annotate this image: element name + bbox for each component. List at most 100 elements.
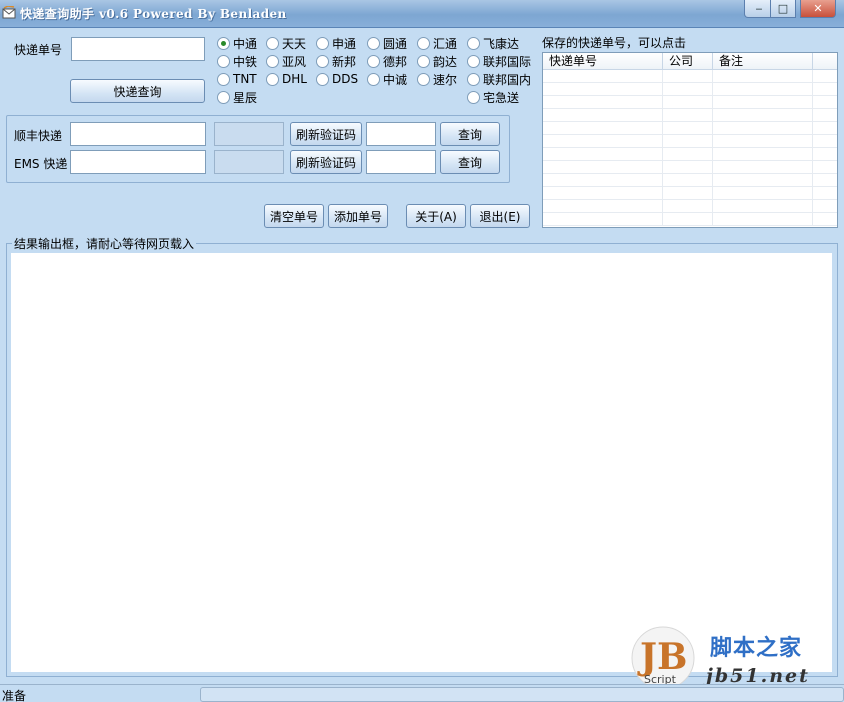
carrier-radio-label: 联邦国际	[483, 54, 532, 69]
sf-refresh-captcha-button[interactable]: 刷新验证码	[290, 122, 362, 146]
express-query-button[interactable]: 快递查询	[70, 79, 205, 103]
radio-dot-icon	[367, 36, 380, 50]
carrier-radio[interactable]: 中铁	[217, 53, 257, 69]
ems-captcha-input[interactable]	[366, 150, 436, 174]
table-cell	[543, 83, 663, 95]
ems-tracking-input[interactable]	[70, 150, 206, 174]
table-cell	[713, 122, 813, 134]
table-cell	[663, 109, 713, 121]
carrier-radio[interactable]: 联邦国际	[467, 53, 531, 69]
ems-query-button[interactable]: 查询	[440, 150, 500, 174]
radio-dot-icon	[467, 72, 480, 86]
table-row[interactable]	[543, 96, 837, 109]
carrier-radio[interactable]: 中通	[217, 35, 257, 51]
table-cell	[813, 200, 837, 212]
table-cell	[543, 213, 663, 225]
carrier-radio-label: 亚风	[282, 54, 307, 69]
sf-label: 顺丰快递	[14, 129, 63, 143]
radio-dot-icon	[316, 72, 329, 86]
maximize-button[interactable]: □	[770, 0, 796, 18]
table-cell	[543, 122, 663, 134]
status-bar: 准备	[0, 684, 844, 702]
table-row[interactable]	[543, 109, 837, 122]
carrier-radio[interactable]: 申通	[316, 35, 356, 51]
close-button[interactable]: ✕	[800, 0, 836, 18]
carrier-radio[interactable]: 星辰	[217, 89, 257, 105]
exit-button[interactable]: 退出(E)	[470, 204, 530, 228]
carrier-radio-label: DHL	[282, 72, 307, 86]
tracking-number-input[interactable]	[71, 37, 205, 61]
ems-label: EMS 快递	[14, 157, 68, 171]
radio-dot-icon	[467, 90, 480, 104]
carrier-radio-label: 中诚	[383, 72, 408, 87]
table-cell	[813, 83, 837, 95]
saved-numbers-table[interactable]: 快递单号 公司 备注	[542, 52, 838, 228]
table-cell	[663, 70, 713, 82]
table-row[interactable]	[543, 161, 837, 174]
carrier-radio-label: 飞康达	[483, 36, 520, 51]
table-cell	[543, 96, 663, 108]
add-number-button[interactable]: 添加单号	[328, 204, 388, 228]
maximize-icon: □	[777, 2, 789, 15]
column-header-company[interactable]: 公司	[663, 53, 713, 69]
carrier-radio[interactable]: 飞康达	[467, 35, 519, 51]
sf-tracking-input[interactable]	[70, 122, 206, 146]
table-cell	[663, 187, 713, 199]
clear-numbers-button[interactable]: 清空单号	[264, 204, 324, 228]
table-row[interactable]	[543, 70, 837, 83]
ems-refresh-captcha-button[interactable]: 刷新验证码	[290, 150, 362, 174]
carrier-radio[interactable]: 德邦	[367, 53, 407, 69]
radio-dot-icon	[467, 36, 480, 50]
table-cell	[663, 148, 713, 160]
carrier-radio[interactable]: 韵达	[417, 53, 457, 69]
carrier-radio-label: 圆通	[383, 36, 408, 51]
carrier-radio[interactable]: 宅急送	[467, 89, 519, 105]
table-cell	[813, 96, 837, 108]
table-cell	[813, 109, 837, 121]
table-row[interactable]	[543, 122, 837, 135]
column-header-tracking[interactable]: 快递单号	[543, 53, 663, 69]
about-button[interactable]: 关于(A)	[406, 204, 466, 228]
radio-dot-icon	[417, 36, 430, 50]
sf-captcha-image	[214, 122, 284, 146]
table-cell	[663, 135, 713, 147]
sf-captcha-input[interactable]	[366, 122, 436, 146]
carrier-radio-label: 申通	[332, 36, 357, 51]
carrier-radio-label: 宅急送	[483, 90, 520, 105]
table-row[interactable]	[543, 83, 837, 96]
carrier-radio-label: 中铁	[233, 54, 258, 69]
table-cell	[713, 83, 813, 95]
table-cell	[543, 135, 663, 147]
table-cell	[713, 70, 813, 82]
carrier-radio[interactable]: 联邦国内	[467, 71, 531, 87]
carrier-radio[interactable]: TNT	[217, 71, 257, 87]
table-row[interactable]	[543, 148, 837, 161]
status-text: 准备	[2, 689, 27, 702]
carrier-radio[interactable]: 亚风	[266, 53, 306, 69]
table-cell	[813, 122, 837, 134]
table-row[interactable]	[543, 213, 837, 226]
watermark-site-name: 脚本之家	[710, 636, 803, 661]
carrier-radio[interactable]: 新邦	[316, 53, 356, 69]
table-cell	[713, 161, 813, 173]
table-cell	[663, 122, 713, 134]
radio-dot-icon	[417, 72, 430, 86]
table-cell	[813, 213, 837, 225]
table-row[interactable]	[543, 200, 837, 213]
table-row[interactable]	[543, 174, 837, 187]
table-row[interactable]	[543, 135, 837, 148]
table-row[interactable]	[543, 187, 837, 200]
carrier-radio[interactable]: 汇通	[417, 35, 457, 51]
result-output-area[interactable]	[11, 253, 832, 672]
carrier-radio[interactable]: DHL	[266, 71, 307, 87]
sf-query-button[interactable]: 查询	[440, 122, 500, 146]
carrier-radio[interactable]: 天天	[266, 35, 306, 51]
carrier-radio[interactable]: 圆通	[367, 35, 407, 51]
column-header-remark[interactable]: 备注	[713, 53, 813, 69]
carrier-radio[interactable]: 中诚	[367, 71, 407, 87]
radio-dot-icon	[266, 54, 279, 68]
table-cell	[813, 70, 837, 82]
carrier-radio[interactable]: 速尔	[417, 71, 457, 87]
carrier-radio[interactable]: DDS	[316, 71, 358, 87]
radio-dot-icon	[217, 36, 230, 50]
